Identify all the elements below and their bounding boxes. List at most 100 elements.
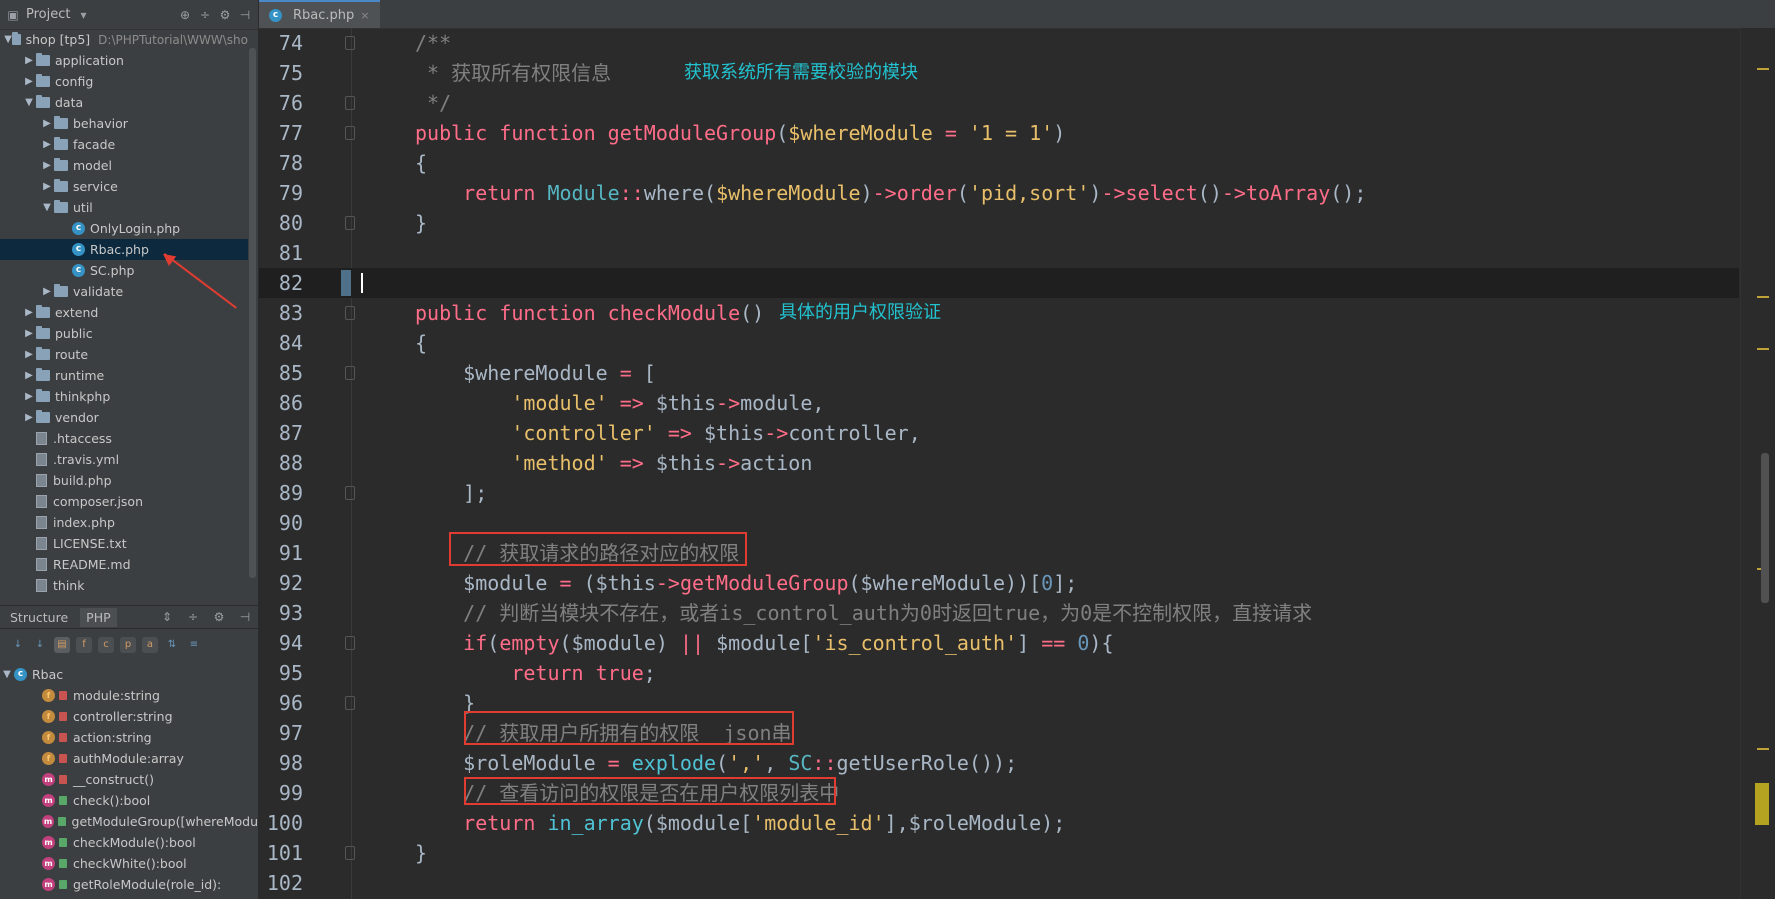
tree-item[interactable]: ▶ extend [0, 302, 248, 323]
show-inherited-icon[interactable]: ▤ [54, 637, 70, 653]
tree-item[interactable]: ▶ config [0, 71, 248, 92]
chevron-right-icon[interactable]: ▶ [22, 76, 36, 87]
show-constants-icon[interactable]: c [98, 637, 114, 653]
fold-marker-icon[interactable] [345, 846, 355, 860]
show-fields-icon[interactable]: f [76, 637, 92, 653]
sort-visibility-icon[interactable]: ↓ [10, 637, 26, 653]
chevron-right-icon[interactable]: ▶ [40, 118, 54, 129]
fold-marker-icon[interactable] [345, 636, 355, 650]
tree-item[interactable]: ▶ behavior [0, 113, 248, 134]
tree-item[interactable]: ▼ data [0, 92, 248, 113]
chevron-down-icon[interactable]: ▼ [22, 97, 36, 108]
structure-item[interactable]: m check():bool [0, 790, 258, 811]
chevron-right-icon[interactable]: ▶ [22, 370, 36, 381]
tree-item[interactable]: c Rbac.php [0, 239, 248, 260]
tree-item[interactable]: ▶ thinkphp [0, 386, 248, 407]
structure-item[interactable]: f controller:string [0, 706, 258, 727]
tree-item[interactable]: composer.json [0, 491, 248, 512]
fold-marker-icon[interactable] [345, 216, 355, 230]
tree-item[interactable]: ▶ validate [0, 281, 248, 302]
chevron-down-icon[interactable]: ▼ [4, 34, 12, 45]
structure-item[interactable]: f module:string [0, 685, 258, 706]
editor-scrollbar[interactable] [1740, 28, 1775, 899]
tab-structure[interactable]: Structure [10, 610, 68, 625]
tree-item[interactable]: index.php [0, 512, 248, 533]
fold-marker-icon[interactable] [345, 96, 355, 110]
show-private-icon[interactable]: a [142, 637, 158, 653]
sort-alpha-icon[interactable]: ↓ [32, 637, 48, 653]
fold-marker-icon[interactable] [345, 486, 355, 500]
tree-item[interactable]: ▶ model [0, 155, 248, 176]
fold-marker-icon[interactable] [345, 306, 355, 320]
tree-item[interactable]: README.md [0, 554, 248, 575]
tree-item[interactable]: think [0, 575, 248, 596]
tree-item[interactable]: ▶ application [0, 50, 248, 71]
expand-all-icon[interactable]: ≡ [186, 637, 202, 653]
tree-item[interactable]: ▶ service [0, 176, 248, 197]
chevron-right-icon[interactable]: ▶ [22, 307, 36, 318]
line-number: 90 [278, 511, 303, 535]
structure-item[interactable]: m checkModule():bool [0, 832, 258, 853]
expand-icon[interactable]: ⇕ [160, 610, 174, 624]
current-line[interactable]: 82 [259, 268, 1739, 298]
structure-item[interactable]: m checkWhite():bool [0, 853, 258, 874]
project-panel-title[interactable]: Project [26, 7, 70, 22]
structure-item[interactable]: m __construct() [0, 769, 258, 790]
structure-root[interactable]: ▼ c Rbac [0, 664, 258, 685]
tree-item[interactable]: .travis.yml [0, 449, 248, 470]
target-icon[interactable]: ⊕ [178, 8, 192, 22]
scroll-thumb[interactable] [1761, 453, 1769, 603]
chevron-right-icon[interactable]: ▶ [22, 349, 36, 360]
tree-item[interactable]: ▼ shop [tp5] D:\PHPTutorial\WWW\sho [0, 29, 248, 50]
structure-item[interactable]: f action:string [0, 727, 258, 748]
tree-item[interactable]: ▶ facade [0, 134, 248, 155]
show-properties-icon[interactable]: p [120, 637, 136, 653]
folder-icon [36, 389, 50, 402]
tree-item[interactable]: c OnlyLogin.php [0, 218, 248, 239]
structure-item[interactable]: m getRoleModule(role_id): [0, 874, 258, 895]
fold-marker-icon[interactable] [345, 126, 355, 140]
collapse-icon[interactable]: ÷ [186, 610, 200, 624]
tree-item[interactable]: ▶ vendor [0, 407, 248, 428]
highlight-box [464, 777, 836, 805]
file-icon [36, 474, 47, 487]
folder-icon [54, 158, 68, 171]
fold-marker-icon[interactable] [345, 36, 355, 50]
fold-marker-icon[interactable] [345, 366, 355, 380]
tree-item[interactable]: LICENSE.txt [0, 533, 248, 554]
chevron-right-icon[interactable]: ▶ [40, 160, 54, 171]
chevron-down-icon[interactable]: ▼ [40, 202, 54, 213]
gear-icon[interactable]: ⚙ [218, 8, 232, 22]
tree-item[interactable]: ▶ runtime [0, 365, 248, 386]
structure-item[interactable]: f authModule:array [0, 748, 258, 769]
collapse-all-icon[interactable]: ÷ [198, 8, 212, 22]
gear-icon[interactable]: ⚙ [212, 610, 226, 624]
tree-item[interactable]: ▼ util [0, 197, 248, 218]
chevron-right-icon[interactable]: ▶ [40, 286, 54, 297]
tree-item[interactable]: ▶ public [0, 323, 248, 344]
tab-php[interactable]: PHP [80, 607, 117, 627]
field-icon: f [42, 731, 55, 744]
chevron-right-icon[interactable]: ▶ [22, 328, 36, 339]
hide-panel-icon[interactable]: ⊣ [238, 610, 252, 624]
hide-panel-icon[interactable]: ⊣ [238, 8, 252, 22]
tree-item[interactable]: .htaccess [0, 428, 248, 449]
code-view[interactable]: 74 /** 75 * 获取所有权限信息 获取系统所有需要校验的模块 76 */ 7… [259, 28, 1739, 899]
autoscroll-icon[interactable]: ⇅ [164, 637, 180, 653]
chevron-right-icon[interactable]: ▶ [22, 55, 36, 66]
close-icon[interactable]: × [360, 9, 369, 22]
tree-item[interactable]: build.php [0, 470, 248, 491]
chevron-right-icon[interactable]: ▶ [22, 412, 36, 423]
fold-marker-icon[interactable] [345, 696, 355, 710]
chevron-down-icon[interactable]: ▾ [76, 8, 90, 22]
project-scrollbar[interactable] [249, 48, 256, 578]
tab-rbac-php[interactable]: c Rbac.php × [259, 0, 380, 28]
chevron-down-icon[interactable]: ▼ [0, 669, 14, 680]
chevron-right-icon[interactable]: ▶ [40, 139, 54, 150]
tree-item[interactable]: ▶ route [0, 344, 248, 365]
structure-item[interactable]: m getModuleGroup([whereModu [0, 811, 258, 832]
chevron-right-icon[interactable]: ▶ [22, 391, 36, 402]
chevron-right-icon[interactable]: ▶ [40, 181, 54, 192]
tree-item-label: model [73, 158, 112, 173]
tree-item[interactable]: c SC.php [0, 260, 248, 281]
